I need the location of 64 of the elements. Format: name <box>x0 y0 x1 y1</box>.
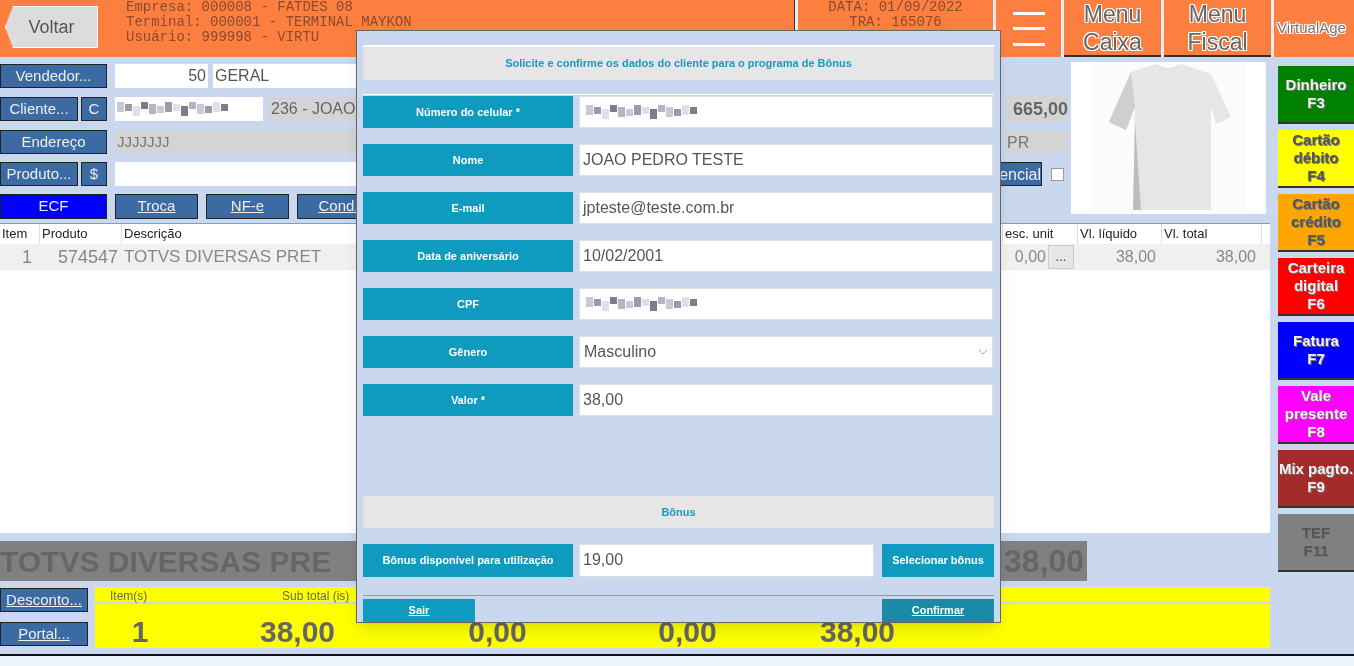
masked-field[interactable] <box>579 288 993 320</box>
field-label: E-mail <box>363 192 573 224</box>
table-cell-text: 38,00 <box>1214 247 1257 267</box>
action-button[interactable]: Desconto... <box>0 588 88 612</box>
menu-icon <box>1012 9 1045 48</box>
document-tab[interactable]: Troca <box>115 194 198 219</box>
chevron-down-icon <box>978 349 988 355</box>
totals-label: Sub total (is) <box>282 588 350 602</box>
bonus-field[interactable]: 19,00 <box>579 544 874 577</box>
client-type-button[interactable]: C <box>81 97 107 121</box>
input-field[interactable]: jpteste@teste.com.br <box>579 192 993 224</box>
session-info: Usuário: 999998 - VIRTU <box>126 30 321 45</box>
field-label: Nome <box>363 144 573 176</box>
totals-value: 1 <box>130 618 150 646</box>
document-tab[interactable]: NF-e <box>206 194 289 219</box>
seller-button[interactable]: Vendedor... <box>0 64 107 88</box>
client-total: 665,00 <box>1005 96 1068 122</box>
table-cell-text: 0,00 <box>1013 247 1047 267</box>
field-label: Gênero <box>363 336 573 368</box>
document-tab[interactable]: ECF <box>0 194 107 219</box>
state-value: PR <box>1005 131 1068 153</box>
field-label: Bônus disponível para utilização <box>363 544 573 577</box>
totals-label: Item(s) <box>110 588 149 602</box>
field-label: Valor * <box>363 384 573 416</box>
date-info: DATA: 01/09/2022 <box>828 0 963 15</box>
payment-button[interactable]: Mix pagto. F9 <box>1278 450 1354 508</box>
input-field[interactable]: JOAO PEDRO TESTE <box>579 144 993 176</box>
session-info: Empresa: 000008 - FATDES 08 <box>126 0 354 15</box>
table-cell-text: 1 <box>21 245 33 269</box>
payment-button[interactable]: Carteira digital F6 <box>1278 258 1354 316</box>
section-title: Bônus <box>661 504 696 520</box>
payment-button[interactable]: Fatura F7 <box>1278 322 1354 380</box>
totals-value: 0,00 <box>657 618 718 646</box>
field-label: CPF <box>363 288 573 320</box>
price-button[interactable]: $ <box>81 162 107 186</box>
product-button[interactable]: Produto... <box>0 162 78 186</box>
select-bonus-button[interactable]: Selecionar bônus <box>882 544 994 577</box>
payment-button[interactable]: Cartão crédito F5 <box>1278 194 1354 252</box>
table-cell-text: TOTVS DIVERSAS PRET <box>123 246 323 269</box>
totals-value: 38,00 <box>258 618 337 646</box>
more-button[interactable]: ... <box>1048 245 1074 269</box>
payment-button[interactable]: Dinheiro F3 <box>1278 66 1354 124</box>
menu-button[interactable] <box>996 0 1061 57</box>
payment-button[interactable]: Cartão débito F4 <box>1278 130 1354 188</box>
address-button[interactable]: Endereço <box>0 130 107 154</box>
back-button[interactable]: Voltar <box>5 6 98 48</box>
table-cell-text: 38,00 <box>1114 247 1157 267</box>
masked-field[interactable] <box>579 96 993 128</box>
input-field[interactable]: 38,00 <box>579 384 993 416</box>
action-button[interactable]: Portal... <box>0 622 88 646</box>
input-field[interactable]: 10/02/2001 <box>579 240 993 272</box>
table-cell-text: 574547 <box>56 245 119 269</box>
client-button[interactable]: Cliente... <box>0 97 78 121</box>
payment-button[interactable]: Vale presente F8 <box>1278 386 1354 444</box>
exit-button[interactable]: Sair <box>363 599 475 622</box>
field-label: Data de aniversário <box>363 240 573 272</box>
session-info: Terminal: 000001 - TERMINAL MAYKON <box>126 15 412 30</box>
checkbox[interactable] <box>1051 167 1064 181</box>
field-label: Número do celular * <box>363 96 573 128</box>
gender-select[interactable]: Masculino <box>579 336 993 368</box>
date-info: TRA: 165076 <box>849 15 942 30</box>
seller-code: 50 <box>115 64 208 88</box>
confirm-button[interactable]: Confirmar <box>882 599 994 622</box>
client-document-field[interactable] <box>115 97 263 121</box>
